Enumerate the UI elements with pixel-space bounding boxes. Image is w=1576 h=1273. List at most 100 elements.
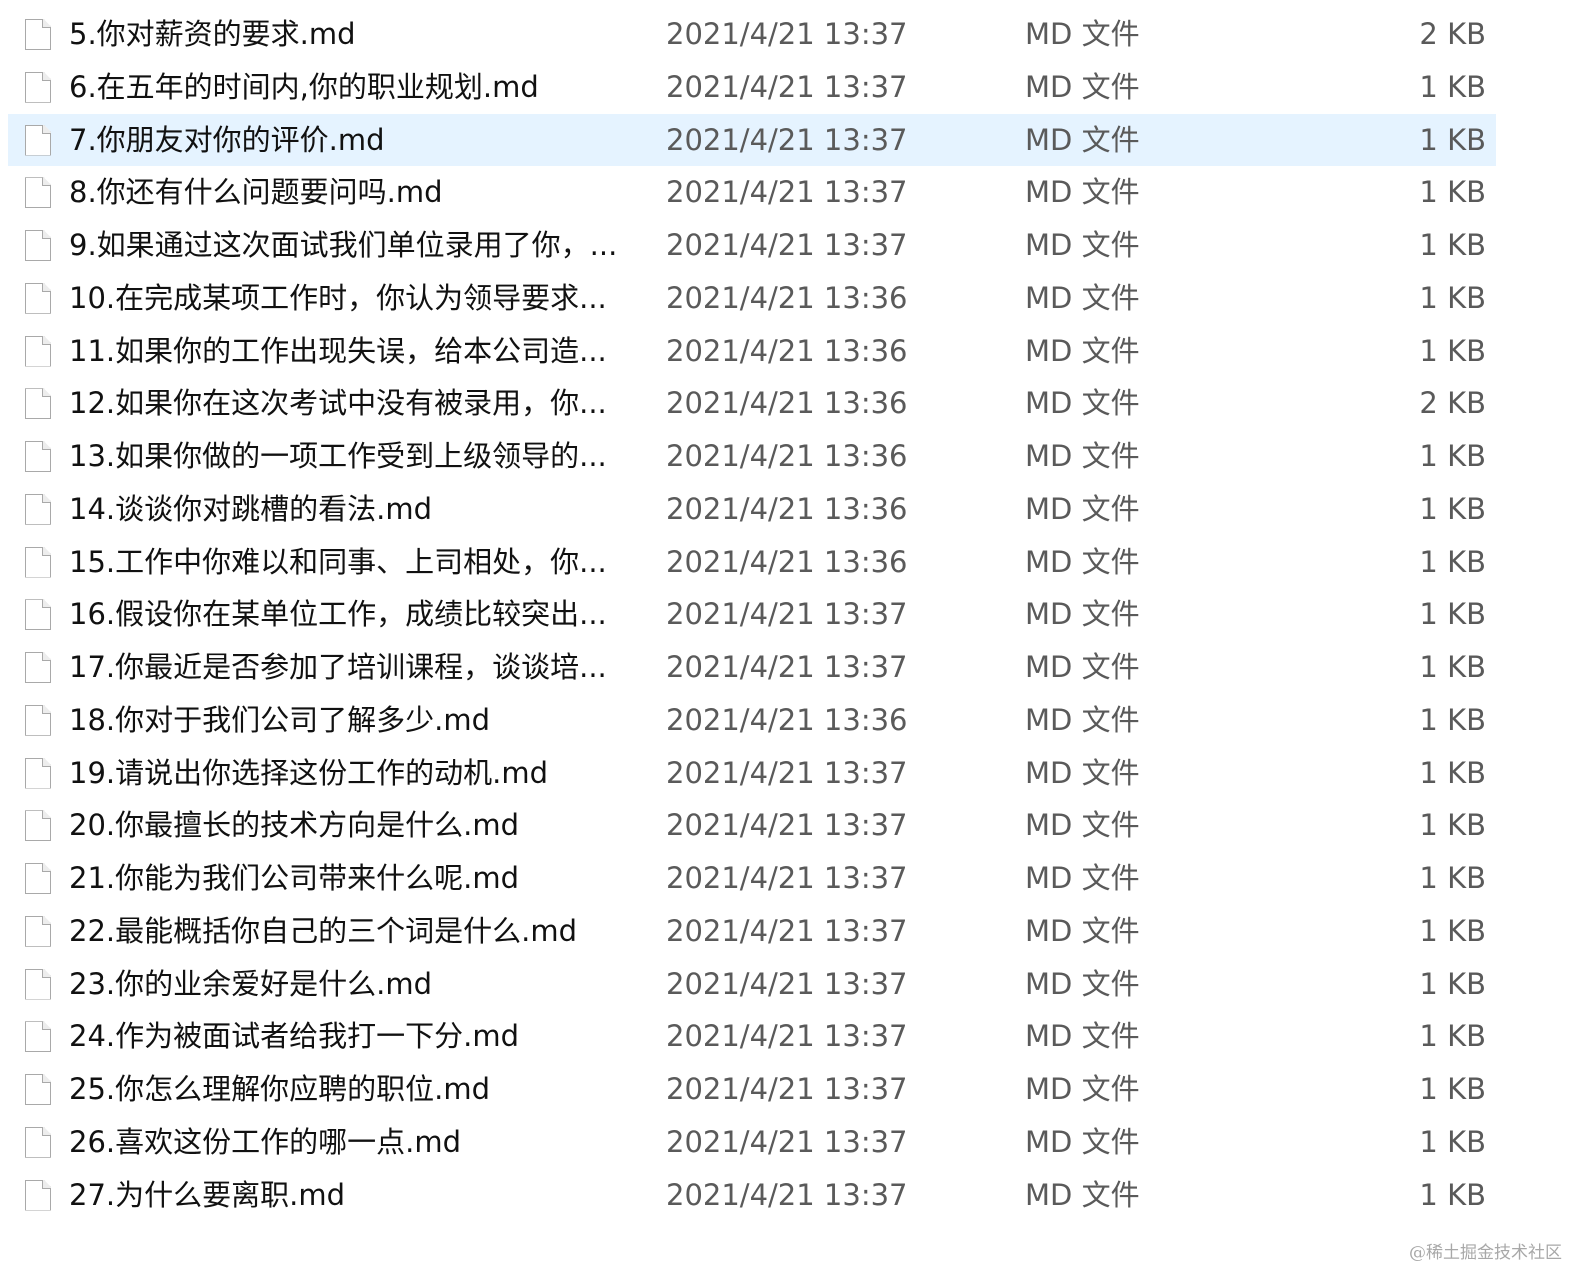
file-type: MD 文件 bbox=[1025, 1019, 1140, 1054]
file-modified-date: 2021/4/21 13:37 bbox=[666, 808, 908, 843]
file-size: 1 KB bbox=[1419, 69, 1486, 104]
file-size: 1 KB bbox=[1419, 175, 1486, 210]
file-size: 1 KB bbox=[1419, 808, 1486, 843]
file-name: 9.如果通过这次面试我们单位录用了你，... bbox=[69, 228, 618, 262]
file-size: 1 KB bbox=[1419, 1019, 1486, 1054]
file-row[interactable]: 27.为什么要离职.md 2021/4/21 13:37 MD 文件 1 KB bbox=[8, 1169, 1496, 1222]
file-type: MD 文件 bbox=[1025, 1177, 1140, 1212]
file-modified-date: 2021/4/21 13:36 bbox=[666, 333, 908, 368]
file-type: MD 文件 bbox=[1025, 861, 1140, 895]
file-size: 1 KB bbox=[1419, 1177, 1486, 1212]
file-modified-date: 2021/4/21 13:36 bbox=[666, 491, 908, 526]
file-type: MD 文件 bbox=[1025, 69, 1140, 104]
file-modified-date: 2021/4/21 13:37 bbox=[666, 17, 908, 51]
file-row[interactable]: 13.如果你做的一项工作受到上级领导的... 2021/4/21 13:36 MD … bbox=[8, 430, 1496, 483]
file-row[interactable]: 9.如果通过这次面试我们单位录用了你，... 2021/4/21 13:37 MD … bbox=[8, 219, 1496, 272]
file-size: 1 KB bbox=[1419, 755, 1486, 790]
file-name: 21.你能为我们公司带来什么呢.md bbox=[69, 861, 519, 895]
file-modified-date: 2021/4/21 13:37 bbox=[666, 175, 908, 210]
document-icon bbox=[25, 1179, 51, 1211]
file-row[interactable]: 17.你最近是否参加了培训课程，谈谈培... 2021/4/21 13:37 MD … bbox=[8, 641, 1496, 694]
document-icon bbox=[25, 493, 51, 525]
file-type: MD 文件 bbox=[1025, 228, 1140, 262]
file-type: MD 文件 bbox=[1025, 280, 1140, 315]
file-name: 5.你对薪资的要求.md bbox=[69, 17, 356, 51]
file-row[interactable]: 7.你朋友对你的评价.md 2021/4/21 13:37 MD 文件 1 KB bbox=[8, 113, 1496, 167]
document-icon bbox=[25, 810, 51, 842]
file-row[interactable]: 5.你对薪资的要求.md 2021/4/21 13:37 MD 文件 2 KB bbox=[8, 8, 1496, 61]
file-type: MD 文件 bbox=[1025, 386, 1140, 421]
file-name: 10.在完成某项工作时，你认为领导要求... bbox=[69, 280, 607, 315]
document-icon bbox=[25, 915, 51, 947]
file-name: 20.你最擅长的技术方向是什么.md bbox=[69, 808, 519, 843]
document-icon bbox=[25, 546, 51, 578]
document-icon bbox=[25, 1126, 51, 1158]
document-icon bbox=[25, 757, 51, 789]
file-name: 19.请说出你选择这份工作的动机.md bbox=[69, 755, 548, 790]
file-modified-date: 2021/4/21 13:37 bbox=[666, 755, 908, 790]
file-name: 26.喜欢这份工作的哪一点.md bbox=[69, 1124, 461, 1159]
file-row[interactable]: 6.在五年的时间内,你的职业规划.md 2021/4/21 13:37 MD 文件 1… bbox=[8, 61, 1496, 114]
file-row[interactable]: 19.请说出你选择这份工作的动机.md 2021/4/21 13:37 MD 文件 1… bbox=[8, 747, 1496, 800]
file-type: MD 文件 bbox=[1025, 439, 1140, 473]
file-size: 2 KB bbox=[1419, 386, 1486, 421]
file-type: MD 文件 bbox=[1025, 333, 1140, 368]
file-type: MD 文件 bbox=[1025, 913, 1140, 948]
file-name: 13.如果你做的一项工作受到上级领导的... bbox=[69, 439, 607, 473]
file-modified-date: 2021/4/21 13:37 bbox=[666, 861, 908, 895]
file-row[interactable]: 25.你怎么理解你应聘的职位.md 2021/4/21 13:37 MD 文件 1 K… bbox=[8, 1063, 1496, 1116]
document-icon bbox=[25, 441, 51, 472]
file-size: 1 KB bbox=[1419, 1124, 1486, 1159]
file-row[interactable]: 12.如果你在这次考试中没有被录用，你... 2021/4/21 13:36 MD … bbox=[8, 377, 1496, 430]
file-row[interactable]: 14.谈谈你对跳槽的看法.md 2021/4/21 13:36 MD 文件 1 KB bbox=[8, 483, 1496, 536]
file-row[interactable]: 15.工作中你难以和同事、上司相处，你... 2021/4/21 13:36 MD … bbox=[8, 536, 1496, 589]
file-row[interactable]: 23.你的业余爱好是什么.md 2021/4/21 13:37 MD 文件 1 KB bbox=[8, 958, 1496, 1011]
file-type: MD 文件 bbox=[1025, 122, 1140, 157]
file-modified-date: 2021/4/21 13:37 bbox=[666, 966, 908, 1001]
file-modified-date: 2021/4/21 13:37 bbox=[666, 69, 908, 104]
file-row[interactable]: 16.假设你在某单位工作，成绩比较突出... 2021/4/21 13:37 MD … bbox=[8, 588, 1496, 641]
file-modified-date: 2021/4/21 13:37 bbox=[666, 597, 908, 632]
file-type: MD 文件 bbox=[1025, 1072, 1140, 1106]
file-size: 1 KB bbox=[1419, 597, 1486, 632]
file-row[interactable]: 18.你对于我们公司了解多少.md 2021/4/21 13:36 MD 文件 1 K… bbox=[8, 694, 1496, 747]
document-icon bbox=[25, 599, 51, 631]
file-row[interactable]: 24.作为被面试者给我打一下分.md 2021/4/21 13:37 MD 文件 1 … bbox=[8, 1010, 1496, 1063]
file-modified-date: 2021/4/21 13:37 bbox=[666, 228, 908, 262]
file-modified-date: 2021/4/21 13:37 bbox=[666, 1177, 908, 1212]
watermark: @稀土掘金技术社区 bbox=[1409, 1243, 1562, 1263]
file-type: MD 文件 bbox=[1025, 597, 1140, 632]
document-icon bbox=[25, 388, 51, 420]
file-modified-date: 2021/4/21 13:36 bbox=[666, 280, 908, 315]
file-type: MD 文件 bbox=[1025, 650, 1140, 684]
file-name: 18.你对于我们公司了解多少.md bbox=[69, 702, 490, 737]
file-row[interactable]: 8.你还有什么问题要问吗.md 2021/4/21 13:37 MD 文件 1 KB bbox=[8, 166, 1496, 219]
document-icon bbox=[25, 71, 51, 103]
file-size: 1 KB bbox=[1419, 861, 1486, 895]
file-name: 25.你怎么理解你应聘的职位.md bbox=[69, 1072, 490, 1106]
file-name: 15.工作中你难以和同事、上司相处，你... bbox=[69, 544, 607, 579]
document-icon bbox=[25, 652, 51, 683]
file-size: 1 KB bbox=[1419, 650, 1486, 684]
file-name: 23.你的业余爱好是什么.md bbox=[69, 966, 432, 1001]
document-icon bbox=[25, 124, 51, 156]
file-row[interactable]: 10.在完成某项工作时，你认为领导要求... 2021/4/21 13:36 MD … bbox=[8, 272, 1496, 325]
file-row[interactable]: 20.你最擅长的技术方向是什么.md 2021/4/21 13:37 MD 文件 1 … bbox=[8, 799, 1496, 852]
file-size: 1 KB bbox=[1419, 491, 1486, 526]
file-type: MD 文件 bbox=[1025, 491, 1140, 526]
file-modified-date: 2021/4/21 13:37 bbox=[666, 122, 908, 157]
document-icon bbox=[25, 968, 51, 1000]
file-type: MD 文件 bbox=[1025, 544, 1140, 579]
file-name: 24.作为被面试者给我打一下分.md bbox=[69, 1019, 519, 1054]
file-row[interactable]: 11.如果你的工作出现失误，给本公司造... 2021/4/21 13:36 MD … bbox=[8, 325, 1496, 378]
file-size: 2 KB bbox=[1419, 17, 1486, 51]
document-icon bbox=[25, 704, 51, 736]
file-type: MD 文件 bbox=[1025, 966, 1140, 1001]
file-row[interactable]: 21.你能为我们公司带来什么呢.md 2021/4/21 13:37 MD 文件 1 … bbox=[8, 852, 1496, 905]
file-row[interactable]: 26.喜欢这份工作的哪一点.md 2021/4/21 13:37 MD 文件 1 KB bbox=[8, 1116, 1496, 1169]
file-row[interactable]: 22.最能概括你自己的三个词是什么.md 2021/4/21 13:37 MD 文件… bbox=[8, 905, 1496, 958]
file-type: MD 文件 bbox=[1025, 755, 1140, 790]
file-name: 16.假设你在某单位工作，成绩比较突出... bbox=[69, 597, 607, 632]
file-size: 1 KB bbox=[1419, 1072, 1486, 1106]
file-modified-date: 2021/4/21 13:37 bbox=[666, 913, 908, 948]
